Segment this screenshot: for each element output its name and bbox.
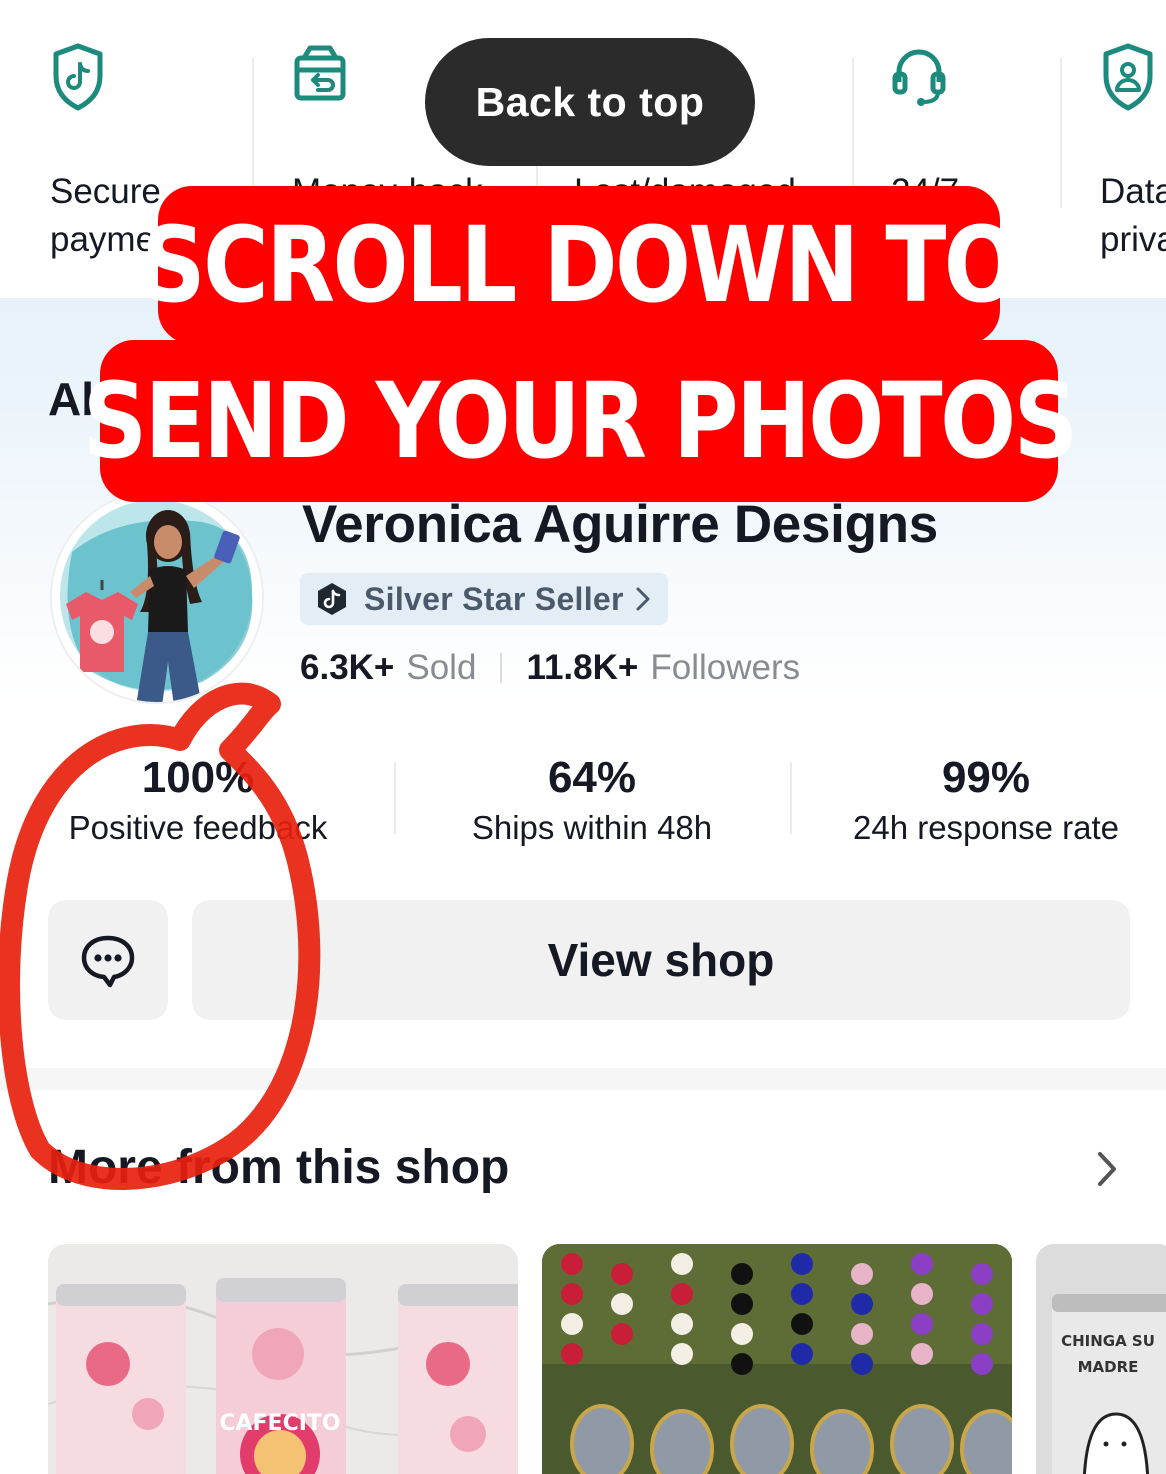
money-back-box-icon — [294, 45, 346, 101]
guarantee-label: Data priva — [1100, 172, 1166, 259]
overlay-text: SCROLL DOWN TO — [141, 204, 1020, 326]
overlay-text: SEND YOUR PHOTOS — [82, 360, 1078, 482]
metric-label: Positive feedback — [68, 809, 328, 846]
overlay-banner-line1: SCROLL DOWN TO — [141, 186, 1020, 344]
shop-name[interactable]: Veronica Aguirre Designs — [302, 494, 938, 555]
metric-divider — [790, 762, 792, 834]
product-text: CHINGA SU — [1061, 1332, 1155, 1350]
product-text: CAFECITO — [219, 1411, 340, 1436]
followers-label: Followers — [650, 648, 801, 687]
shield-user-icon — [1103, 43, 1153, 111]
chat-bubble-icon — [81, 935, 135, 988]
tiktok-badge-icon — [318, 583, 346, 615]
metric-value: 99% — [941, 753, 1031, 802]
chevron-right-icon[interactable] — [1092, 1148, 1122, 1190]
more-from-shop-title: More from this shop — [48, 1141, 510, 1194]
metric-response-rate: 99% 24h response rate — [826, 752, 1146, 852]
section-separator — [0, 1068, 1166, 1090]
metric-value: 64% — [547, 753, 637, 802]
sold-count: 6.3K+ — [300, 648, 395, 687]
back-to-top-toast[interactable]: Back to top — [425, 38, 755, 166]
product-card-chinga-tumbler[interactable]: CHINGA SU MADRE — [1036, 1244, 1166, 1474]
stats-divider — [500, 653, 503, 683]
metric-label: 24h response rate — [852, 809, 1119, 846]
metric-value: 100% — [141, 753, 255, 802]
sold-label: Sold — [406, 648, 477, 687]
shop-stats: 6.3K+ Sold 11.8K+ Followers — [300, 648, 800, 688]
headset-icon — [892, 49, 946, 106]
chat-button[interactable] — [48, 900, 168, 1020]
silver-star-seller-badge[interactable]: Silver Star Seller — [300, 573, 668, 625]
followers-count: 11.8K+ — [526, 648, 639, 687]
product-image: CAFECITO — [48, 1244, 518, 1474]
metric-label: Ships within 48h — [471, 809, 713, 846]
metric-divider — [394, 762, 396, 834]
view-shop-button[interactable]: View shop — [192, 900, 1130, 1020]
shop-logo-illustration — [52, 492, 262, 702]
badge-label: Silver Star Seller — [364, 580, 624, 617]
product-image: CHINGA SU MADRE — [1036, 1244, 1166, 1474]
divider — [1060, 58, 1062, 208]
overlay-banner-line2: SEND YOUR PHOTOS — [83, 340, 1078, 502]
shop-avatar[interactable] — [50, 490, 264, 704]
product-image — [542, 1244, 1012, 1474]
shield-tiktok-icon — [53, 43, 103, 111]
metric-ships-within-48h: 64% Ships within 48h — [432, 752, 752, 852]
product-card-rosary-keychains[interactable] — [542, 1244, 1012, 1474]
metric-positive-feedback: 100% Positive feedback — [40, 752, 356, 852]
product-card-cafecito-tumbler[interactable]: CAFECITO — [48, 1244, 518, 1474]
chevron-right-icon — [636, 587, 650, 611]
product-text: MADRE — [1078, 1358, 1139, 1376]
